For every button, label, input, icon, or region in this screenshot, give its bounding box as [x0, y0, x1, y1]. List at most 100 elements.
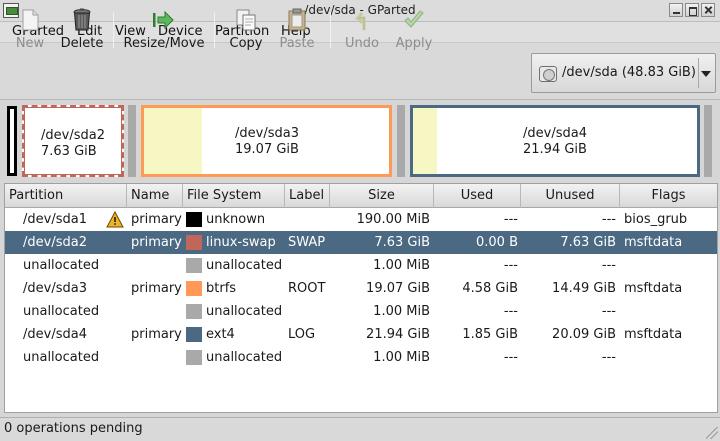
col-flags[interactable]: Flags — [620, 184, 717, 208]
cell-unused: 20.09 GiB — [552, 327, 616, 342]
col-size[interactable]: Size — [330, 184, 434, 208]
apply-button[interactable]: Apply — [392, 6, 436, 54]
cell-label — [288, 254, 332, 277]
cell-flags: msftdata — [624, 235, 683, 250]
cell-file-system: ext4 — [206, 327, 235, 342]
disk-graphic: /dev/sda2 7.63 GiB /dev/sda3 19.07 GiB /… — [0, 101, 720, 181]
cell-flags — [624, 254, 716, 277]
col-partition[interactable]: Partition — [5, 184, 127, 208]
col-unused[interactable]: Unused — [521, 184, 620, 208]
cell-file-system: unallocated — [206, 350, 283, 365]
table-row[interactable]: /dev/sda1 primary unknown 190.00 MiB --- --- b… — [5, 208, 717, 231]
cell-name: primary — [131, 327, 182, 342]
cell-file-system: unallocated — [206, 304, 283, 319]
table-row[interactable]: /dev/sda4 primary ext4 LOG 21.94 GiB 1.85 GiB… — [5, 323, 717, 346]
table-row[interactable]: /dev/sda2 primary linux-swap SWAP 7.63 GiB 0.… — [5, 231, 717, 254]
cell-partition: /dev/sda2 — [23, 235, 87, 250]
cell-flags — [624, 346, 716, 369]
table-row[interactable]: unallocated unallocated 1.00 MiB --- --- — [5, 254, 717, 277]
cell-label — [288, 208, 332, 231]
cell-name: primary — [131, 212, 182, 227]
table-row[interactable]: /dev/sda3 primary btrfs ROOT 19.07 GiB 4.58 G… — [5, 277, 717, 300]
new-file-icon — [22, 9, 39, 31]
cell-partition: unallocated — [23, 350, 100, 365]
minimize-button[interactable] — [669, 3, 683, 17]
resize-move-icon — [153, 10, 174, 30]
cell-name — [131, 254, 185, 277]
filesystem-color-swatch — [186, 258, 202, 273]
filesystem-color-swatch — [186, 304, 202, 319]
undo-button[interactable]: Undo — [340, 6, 384, 54]
table-header: Partition Name File System Label Size Us… — [5, 184, 717, 208]
cell-size: 7.63 GiB — [374, 235, 430, 250]
cell-file-system: linux-swap — [206, 235, 276, 250]
cell-partition: unallocated — [23, 258, 100, 273]
checkmark-icon — [404, 10, 424, 28]
cell-flags: msftdata — [624, 327, 683, 342]
cell-name: primary — [131, 281, 182, 296]
diskmap-sda4-size: 21.94 GiB — [523, 142, 587, 157]
trash-icon — [73, 8, 91, 31]
warning-icon[interactable] — [106, 211, 124, 228]
combo-separator — [698, 58, 699, 88]
filesystem-color-swatch — [186, 212, 202, 227]
diskmap-sda2-name: /dev/sda2 — [41, 128, 105, 143]
diskmap-partition-sda2[interactable]: /dev/sda2 7.63 GiB — [22, 105, 124, 177]
new-button[interactable]: New — [8, 6, 52, 54]
cell-file-system: unknown — [206, 212, 266, 227]
cell-used: --- — [503, 350, 518, 365]
filesystem-color-swatch — [186, 350, 202, 365]
paste-button[interactable]: Paste — [276, 6, 318, 54]
cell-partition: /dev/sda1 — [23, 212, 87, 227]
cell-size: 21.94 GiB — [366, 327, 430, 342]
device-label: /dev/sda (48.83 GiB) — [562, 65, 696, 80]
diskmap-partition-sda3[interactable]: /dev/sda3 19.07 GiB — [141, 105, 392, 177]
undo-icon — [354, 12, 366, 30]
cell-partition: /dev/sda3 — [23, 281, 87, 296]
cell-unused: --- — [601, 212, 616, 227]
cell-name — [131, 300, 185, 323]
diskmap-partition-sda4[interactable]: /dev/sda4 21.94 GiB — [410, 105, 700, 177]
filesystem-color-swatch — [186, 327, 202, 342]
cell-unused: --- — [601, 258, 616, 273]
cell-label: LOG — [288, 327, 316, 342]
col-file-system[interactable]: File System — [183, 184, 285, 208]
diskmap-sda3-name: /dev/sda3 — [235, 126, 299, 141]
diskmap-unallocated[interactable] — [128, 105, 136, 177]
cell-partition: /dev/sda4 — [23, 327, 87, 342]
diskmap-partition-sda1[interactable] — [6, 105, 18, 177]
resize-move-button[interactable]: Resize/Move — [122, 6, 206, 54]
copy-button[interactable]: Copy — [226, 6, 266, 54]
col-label[interactable]: Label — [285, 184, 330, 208]
paste-icon — [288, 8, 306, 31]
resize-grip-icon[interactable] — [706, 427, 718, 439]
cell-flags: msftdata — [624, 281, 683, 296]
delete-button[interactable]: Delete — [58, 6, 106, 54]
copy-icon — [236, 9, 256, 31]
maximize-button[interactable] — [685, 3, 699, 17]
device-selector[interactable]: /dev/sda (48.83 GiB) — [531, 53, 716, 93]
cell-unused: 14.49 GiB — [552, 281, 616, 296]
status-text: 0 operations pending — [4, 421, 143, 436]
cell-used: 0.00 B — [476, 235, 518, 250]
cell-partition: unallocated — [23, 304, 100, 319]
col-used[interactable]: Used — [434, 184, 521, 208]
cell-used: --- — [503, 212, 518, 227]
cell-used: --- — [503, 304, 518, 319]
diskmap-sda3-size: 19.07 GiB — [235, 142, 299, 157]
cell-used: 1.85 GiB — [462, 327, 518, 342]
toolbar-separator — [214, 12, 215, 48]
cell-size: 1.00 MiB — [373, 258, 430, 273]
diskmap-unallocated[interactable] — [704, 105, 712, 177]
cell-name — [131, 346, 185, 369]
filesystem-color-swatch — [186, 281, 202, 296]
filesystem-color-swatch — [186, 235, 202, 250]
diskmap-unallocated[interactable] — [397, 105, 405, 177]
table-row[interactable]: unallocated unallocated 1.00 MiB --- --- — [5, 300, 717, 323]
table-row[interactable]: unallocated unallocated 1.00 MiB --- --- — [5, 346, 717, 369]
close-window-button[interactable] — [701, 3, 715, 17]
cell-file-system: btrfs — [206, 281, 237, 296]
cell-size: 1.00 MiB — [373, 350, 430, 365]
col-name[interactable]: Name — [127, 184, 183, 208]
diskmap-sda4-name: /dev/sda4 — [523, 126, 587, 141]
